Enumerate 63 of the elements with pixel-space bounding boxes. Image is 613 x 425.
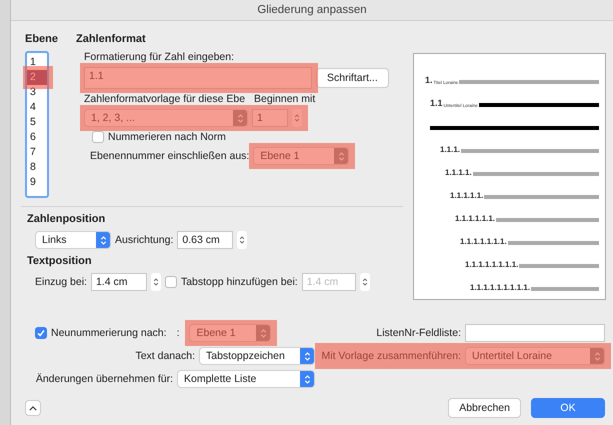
dropdown[interactable]: Komplette Liste	[177, 370, 315, 388]
outline-number: 1.1.1.1.1.1.	[455, 214, 496, 223]
checkbox[interactable]	[92, 131, 104, 143]
stepper-arrows-icon	[590, 348, 604, 364]
checkbox-label: Nummerieren nach Norm	[108, 131, 226, 143]
section-heading: Ebene	[25, 33, 60, 47]
section-heading: Zahlenposition	[27, 213, 106, 227]
stepper-arrows-icon	[96, 232, 110, 248]
section-heading: Zahlenformat	[76, 33, 147, 47]
dropdown[interactable]: Links	[35, 231, 111, 249]
field-label: Ausrichtung:	[115, 234, 174, 246]
field-label: ListenNr-Feldliste:	[376, 327, 461, 339]
level-item[interactable]: 9	[27, 175, 47, 190]
outline-number: 1.1.1.1.1.1.1.1.1.	[470, 283, 530, 292]
level-item[interactable]: 8	[27, 160, 47, 175]
window-title: Gliederung anpassen	[11, 0, 613, 21]
field-label: Beginnen mit	[254, 93, 316, 105]
input-field[interactable]	[465, 324, 605, 342]
separator-text: :	[176, 327, 180, 339]
checkbox-label: Tabstopp hinzufügen bei:	[180, 276, 298, 288]
dropdown[interactable]: Tabstoppzeichen	[199, 347, 315, 365]
outline-number: 1.1	[430, 98, 443, 108]
stepper-arrows-icon	[256, 325, 270, 341]
stepper-arrows-icon	[300, 371, 314, 387]
stepper-arrows-icon	[334, 148, 348, 164]
field-label: Ebenennummer einschließen aus:	[90, 150, 250, 162]
collapse-button[interactable]	[25, 400, 41, 416]
stepper-icon[interactable]	[360, 273, 370, 291]
font-button[interactable]: Schriftart...	[316, 68, 389, 88]
field-label: Änderungen übernehmen für:	[36, 373, 173, 385]
outline-number: 1.1.1.1.	[445, 168, 472, 177]
section-heading: Textposition	[27, 255, 93, 269]
stepper-icon[interactable]	[237, 231, 248, 249]
stepper-arrows-icon	[300, 348, 314, 364]
level-item[interactable]: 6	[27, 130, 47, 145]
outline-number: 1.1.1.1.1.1.1.	[460, 237, 507, 246]
checkbox[interactable]	[164, 276, 177, 288]
input-field[interactable]: 0.63 cm	[177, 231, 234, 249]
outline-number: 1.1.1.1.1.	[450, 191, 484, 200]
level-item[interactable]: 4	[27, 100, 47, 115]
input-field[interactable]: 1.4 cm	[90, 273, 147, 291]
field-label: Einzug bei:	[35, 276, 87, 288]
checkbox-label: Neunummerierung nach:	[51, 327, 167, 339]
outline-number: 1.1.1.	[440, 145, 460, 154]
cancel-button[interactable]: Abbrechen	[448, 398, 521, 418]
ok-button[interactable]: OK	[531, 398, 605, 418]
level-list[interactable]: 1 2 3 4 5 6 7 8 9	[25, 51, 49, 198]
checkbox[interactable]	[35, 327, 47, 339]
stepper-icon[interactable]	[292, 109, 302, 127]
stepper-arrows-icon	[233, 110, 247, 126]
field-label: Formatierung für Zahl eingeben:	[84, 51, 235, 63]
outline-number: 1.	[425, 75, 433, 85]
level-item[interactable]: 7	[27, 145, 47, 160]
field-label: Text danach:	[135, 350, 195, 362]
stepper-icon[interactable]	[150, 273, 161, 291]
outline-number: 1.1.1.1.1.1.1.1.	[465, 260, 518, 269]
level-item[interactable]: 5	[27, 115, 47, 130]
level-item[interactable]: 1	[27, 55, 47, 70]
chevron-up-icon	[29, 406, 37, 410]
field-label: Mit Vorlage zusammenführen:	[322, 350, 461, 362]
text-line-bar	[531, 287, 599, 291]
level-item[interactable]: 3	[27, 85, 47, 100]
field-label: Zahlenformatvorlage für diese Ebe	[84, 93, 246, 105]
